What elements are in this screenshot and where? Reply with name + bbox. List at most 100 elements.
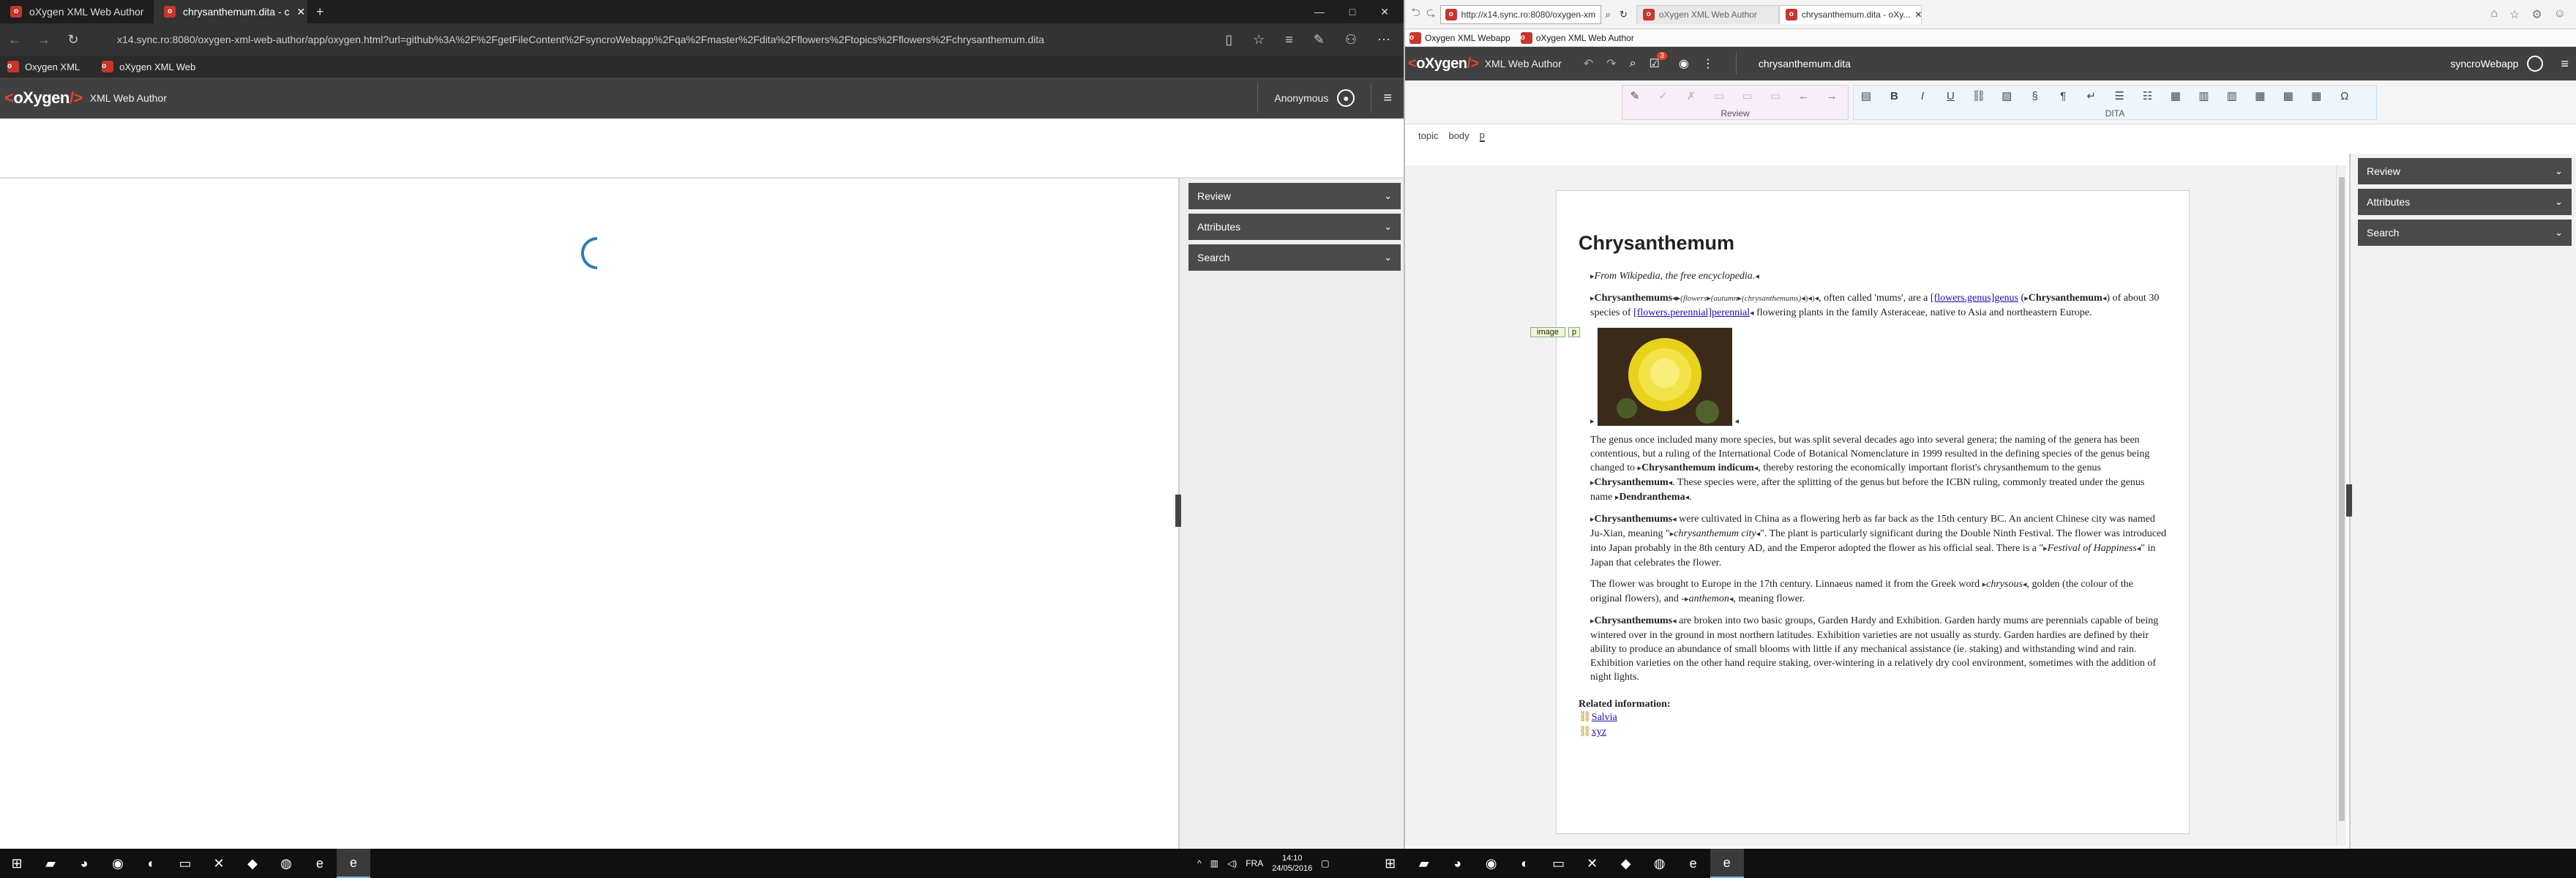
table-icon[interactable]: ▦ — [2167, 88, 2184, 105]
reject-change-icon[interactable]: ✗ — [1682, 88, 1700, 105]
paragraph-2[interactable]: The genus once included many more specie… — [1579, 433, 2167, 505]
breadcrumb-item-body[interactable]: body — [1448, 130, 1469, 141]
app-icon[interactable]: ◐ — [135, 849, 168, 878]
remove-comment-icon[interactable]: ▭ — [1767, 88, 1784, 105]
minimize-button[interactable]: — — [1314, 6, 1325, 18]
search-icon[interactable]: ⌕ — [1630, 57, 1636, 70]
favorite-item[interactable]: o Oxygen XML — [7, 61, 80, 72]
attributes-panel-header[interactable]: Attributes ⌄ — [2358, 189, 2572, 215]
reading-view-icon[interactable]: ▯ — [1225, 32, 1232, 48]
delete-row-icon[interactable]: ▥ — [2223, 88, 2241, 105]
terminal-icon[interactable]: ▭ — [1542, 849, 1576, 878]
related-link-xyz[interactable]: xyz — [1592, 727, 1606, 738]
right-tab-2[interactable]: o chrysanthemum.dita - oXy... ✕ — [1778, 4, 1922, 24]
firefox-icon[interactable]: ◉ — [1475, 849, 1508, 878]
internet-explorer-icon[interactable]: e — [337, 849, 370, 878]
file-explorer-icon[interactable]: ▰ — [34, 849, 67, 878]
forward-arrow-icon[interactable]: → — [29, 32, 59, 48]
more-icon[interactable]: ⋯ — [1377, 32, 1390, 48]
left-tab-2[interactable]: o chrysanthemum.dita - c ✕ — [154, 0, 307, 23]
search-icon[interactable]: ⌕ — [1601, 9, 1615, 20]
search-panel-header[interactable]: Search ⌄ — [1188, 244, 1401, 271]
favorite-star-icon[interactable]: ☆ — [1253, 32, 1265, 48]
app-icon[interactable]: ◐ — [1508, 849, 1542, 878]
close-tab-icon[interactable]: ✕ — [1914, 10, 1921, 20]
hamburger-icon[interactable]: ≡ — [2561, 56, 2569, 72]
share-icon[interactable]: ⚇ — [1345, 32, 1357, 48]
windows-start-icon[interactable]: ⊞ — [0, 849, 34, 878]
link-icon[interactable]: ⛓ — [1970, 88, 1988, 105]
maximize-button[interactable]: □ — [1349, 6, 1355, 18]
windows-start-icon[interactable]: ⊞ — [1374, 849, 1407, 878]
tasks-icon[interactable]: ☑ 3 — [1650, 52, 1667, 71]
redo-icon[interactable]: ↷ — [1606, 56, 1616, 71]
hamburger-icon[interactable]: ≡ — [1371, 90, 1404, 107]
chrysanthemum-image[interactable] — [1597, 328, 1732, 426]
oxygen-app-icon[interactable]: ✕ — [202, 849, 236, 878]
ordered-list-icon[interactable]: ☰ — [2111, 88, 2128, 105]
pane-collapse-handle[interactable] — [1175, 495, 1181, 527]
insert-topic-icon[interactable]: ▤ — [1857, 88, 1875, 105]
edge-icon[interactable]: e — [303, 849, 337, 878]
breadcrumb-item-p[interactable]: p — [1479, 130, 1485, 142]
home-icon[interactable]: ⌂ — [2490, 7, 2498, 22]
paragraph-icon[interactable]: ¶ — [2054, 88, 2072, 105]
favorite-item[interactable]: o oXygen XML Web Author — [1520, 31, 1634, 44]
delete-column-icon[interactable]: ▦ — [2280, 88, 2297, 105]
document-page[interactable]: Chrysanthemum ▸From Wikipedia, the free … — [1530, 190, 2190, 834]
favorites-star-icon[interactable]: ☆ — [2509, 7, 2520, 22]
smiley-icon[interactable]: ☺ — [2554, 7, 2566, 22]
paragraph-4[interactable]: The flower was brought to Europe in the … — [1579, 577, 2167, 607]
right-tab-1[interactable]: o oXygen XML Web Author — [1636, 4, 1779, 24]
table-menu-icon[interactable]: ▦ — [2307, 88, 2325, 105]
language-indicator[interactable]: FRA — [1246, 858, 1263, 868]
paragraph-3[interactable]: ▸Chrysanthemums◂ were cultivated in Chin… — [1579, 512, 2167, 570]
bold-icon[interactable]: B — [1885, 88, 1903, 105]
back-arrow-icon[interactable]: ← — [0, 32, 29, 48]
insert-column-icon[interactable]: ▦ — [2251, 88, 2269, 105]
p-tag-label[interactable]: p — [1568, 327, 1581, 337]
italic-icon[interactable]: I — [1914, 88, 1931, 105]
document-title[interactable]: Chrysanthemum — [1579, 232, 2167, 255]
document-scrollbar[interactable] — [2336, 165, 2346, 846]
insert-line-icon[interactable]: ↵ — [2083, 88, 2100, 105]
file-explorer-icon[interactable]: ▰ — [1407, 849, 1441, 878]
more-vertical-icon[interactable]: ⋮ — [1702, 56, 1714, 71]
user-name[interactable]: syncroWebapp — [2450, 58, 2518, 70]
app-icon[interactable]: ◆ — [1609, 849, 1643, 878]
breadcrumb-item-topic[interactable]: topic — [1418, 130, 1438, 141]
volume-icon[interactable]: ◁) — [1227, 858, 1237, 868]
firefox-icon[interactable]: ◉ — [101, 849, 135, 878]
internet-explorer-icon[interactable]: e — [1710, 849, 1744, 878]
network-icon[interactable]: ▥ — [1210, 858, 1218, 868]
paragraph-1[interactable]: ▸Chrysanthemums◂▸(flowers▸(autumn▸(chrys… — [1579, 291, 2167, 320]
perennial-link[interactable]: [flowers.perennial]perennial — [1633, 307, 1750, 318]
search-panel-header[interactable]: Search ⌄ — [2358, 220, 2572, 246]
settings-gear-icon[interactable]: ⚙ — [2531, 7, 2542, 22]
edit-comment-icon[interactable]: ▭ — [1739, 88, 1756, 105]
clock[interactable]: 14:10 24/05/2016 — [1272, 853, 1312, 874]
review-panel-header[interactable]: Review ⌄ — [1188, 183, 1401, 209]
track-changes-icon[interactable]: ✎ — [1626, 88, 1644, 105]
new-tab-button[interactable]: + — [307, 4, 333, 20]
insert-image-icon[interactable]: ▨ — [1998, 88, 2015, 105]
oxygen-app-icon[interactable]: ✕ — [1576, 849, 1609, 878]
intro-paragraph[interactable]: ▸From Wikipedia, the free encyclopedia.◂ — [1579, 269, 2167, 284]
user-menu[interactable]: Anonymous ● — [1257, 83, 1372, 113]
add-comment-icon[interactable]: ▭ — [1710, 88, 1728, 105]
related-link-salvia[interactable]: Salvia — [1592, 712, 1617, 723]
app-icon[interactable]: ◕ — [67, 849, 101, 878]
close-window-button[interactable]: ✕ — [1380, 6, 1389, 18]
image-tag-label[interactable]: image — [1530, 327, 1565, 337]
url-field[interactable]: x14.sync.ro:8080/oxygen-xml-web-author/a… — [117, 34, 1142, 45]
unordered-list-icon[interactable]: ☷ — [2139, 88, 2157, 105]
accept-change-icon[interactable]: ✓ — [1654, 88, 1671, 105]
web-note-icon[interactable]: ✎ — [1314, 32, 1325, 48]
left-tab-1[interactable]: o oXygen XML Web Author — [0, 0, 154, 23]
hub-icon[interactable]: ≡ — [1285, 32, 1293, 48]
favorite-item[interactable]: o oXygen XML Web — [102, 61, 195, 72]
refresh-icon[interactable]: ↻ — [1615, 9, 1632, 20]
refresh-icon[interactable]: ↻ — [59, 32, 88, 48]
app-icon[interactable]: ◆ — [236, 849, 269, 878]
review-panel-header[interactable]: Review ⌄ — [2358, 158, 2572, 184]
